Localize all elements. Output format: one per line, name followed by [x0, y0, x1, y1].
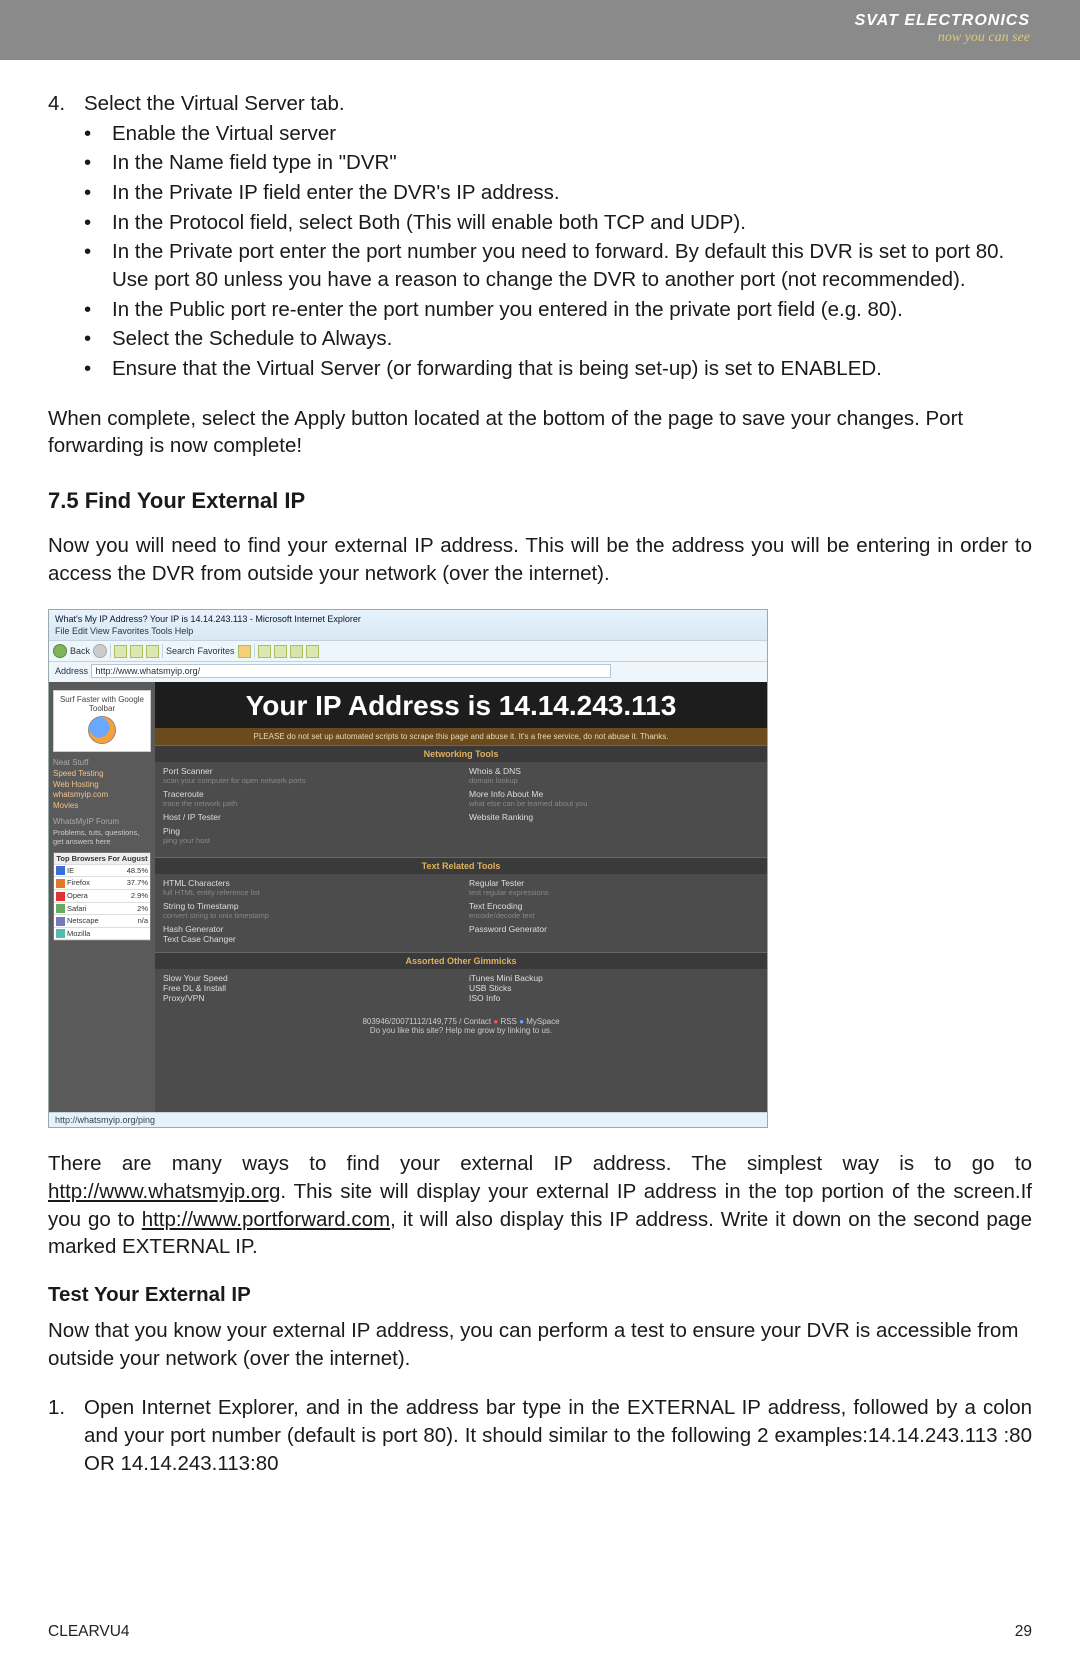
status-bar: http://whatsmyip.org/ping — [49, 1112, 767, 1127]
sidebar-link[interactable]: Web Hosting — [53, 780, 151, 790]
section-heading-7-5: 7.5 Find Your External IP — [48, 488, 1032, 514]
browser-screenshot: What's My IP Address? Your IP is 14.14.2… — [48, 609, 768, 1128]
bullet: •Select the Schedule to Always. — [84, 325, 1032, 353]
sidebar-link[interactable]: whatsmyip.com — [53, 790, 151, 800]
table-row: Opera2.9% — [54, 890, 150, 903]
completion-paragraph: When complete, select the Apply button l… — [48, 405, 1032, 460]
sidebar-link[interactable]: Speed Testing — [53, 769, 151, 779]
browser-toolbar: Back Search Favorites — [49, 640, 767, 662]
brand-block: SVAT ELECTRONICS now you can see — [855, 12, 1030, 46]
sidebar-text: Problems, tuts, questions, get answers h… — [53, 828, 151, 846]
mail-icon[interactable] — [258, 645, 271, 658]
back-icon[interactable] — [53, 644, 67, 658]
webpage-footer: 803946/20071112/149,775 / Contact ● RSS … — [155, 1011, 767, 1045]
table-head: Top Browsers For August — [54, 853, 150, 865]
bullet: •In the Protocol field, select Both (Thi… — [84, 209, 1032, 237]
step-4-bullets: •Enable the Virtual server •In the Name … — [48, 120, 1032, 383]
link-whatsmyip[interactable]: http://www.whatsmyip.org — [48, 1180, 280, 1203]
window-title: What's My IP Address? Your IP is 14.14.2… — [55, 614, 761, 624]
print-icon[interactable] — [274, 645, 287, 658]
table-row: Mozilla — [54, 928, 150, 941]
step-number: 4. — [48, 90, 84, 118]
address-label: Address — [55, 666, 88, 676]
ip-subtext: PLEASE do not set up automated scripts t… — [155, 728, 767, 745]
page-header-bar: SVAT ELECTRONICS now you can see — [0, 0, 1080, 60]
edit-icon[interactable] — [290, 645, 303, 658]
address-input[interactable]: http://www.whatsmyip.org/ — [91, 664, 611, 678]
table-row: Safari2% — [54, 903, 150, 916]
ip-address-banner: Your IP Address is 14.14.243.113 — [155, 682, 767, 728]
refresh-icon[interactable] — [130, 645, 143, 658]
step-4: 4. Select the Virtual Server tab. — [48, 90, 1032, 118]
bullet: •In the Private IP field enter the DVR's… — [84, 179, 1032, 207]
sidebar-ad[interactable]: Surf Faster with Google Toolbar — [53, 690, 151, 752]
step-text: Open Internet Explorer, and in the addre… — [84, 1394, 1032, 1477]
table-row: Netscapen/a — [54, 915, 150, 928]
footer-model: CLEARVU4 — [48, 1623, 130, 1641]
brand-name: SVAT ELECTRONICS — [855, 12, 1030, 30]
table-row: IE48.5% — [54, 865, 150, 878]
link-portforward[interactable]: http://www.portforward.com — [142, 1208, 390, 1231]
bullet: •In the Private port enter the port numb… — [84, 238, 1032, 293]
browser-stats-table: Top Browsers For August IE48.5% Firefox3… — [53, 852, 151, 941]
section-intro: Now you will need to find your external … — [48, 532, 1032, 587]
back-label[interactable]: Back — [70, 646, 90, 656]
footer-page-number: 29 — [1015, 1623, 1032, 1641]
search-label[interactable]: Search — [166, 646, 195, 656]
firefox-icon — [88, 716, 116, 744]
step-text: Select the Virtual Server tab. — [84, 90, 345, 118]
manual-page: SVAT ELECTRONICS now you can see 4. Sele… — [0, 0, 1080, 1669]
find-ip-paragraph: There are many ways to find your externa… — [48, 1150, 1032, 1261]
forward-icon[interactable] — [93, 644, 107, 658]
sidebar-link[interactable]: Movies — [53, 801, 151, 811]
discuss-icon[interactable] — [306, 645, 319, 658]
stop-icon[interactable] — [114, 645, 127, 658]
window-titlebar: What's My IP Address? Your IP is 14.14.2… — [49, 610, 767, 640]
webpage-main: Your IP Address is 14.14.243.113 PLEASE … — [155, 682, 767, 1112]
bullet: •Ensure that the Virtual Server (or forw… — [84, 355, 1032, 383]
bullet: •In the Name field type in "DVR" — [84, 149, 1032, 177]
bullet: •In the Public port re-enter the port nu… — [84, 296, 1032, 324]
home-icon[interactable] — [146, 645, 159, 658]
page-content: 4. Select the Virtual Server tab. •Enabl… — [0, 60, 1080, 1477]
page-footer: CLEARVU4 29 — [48, 1623, 1032, 1641]
sidebar-heading: Neat Stuff — [53, 758, 151, 767]
step-number: 1. — [48, 1394, 84, 1477]
favorites-label[interactable]: Favorites — [198, 646, 235, 656]
sidebar-heading: WhatsMyIP Forum — [53, 817, 151, 826]
bullet: •Enable the Virtual server — [84, 120, 1032, 148]
window-menu: File Edit View Favorites Tools Help — [55, 626, 761, 636]
test-intro: Now that you know your external IP addre… — [48, 1317, 1032, 1372]
history-icon[interactable] — [238, 645, 251, 658]
webpage-body: Surf Faster with Google Toolbar Neat Stu… — [49, 682, 767, 1112]
table-row: Firefox37.7% — [54, 877, 150, 890]
brand-tagline: now you can see — [855, 30, 1030, 46]
subheading-test-ip: Test Your External IP — [48, 1283, 1032, 1307]
address-bar-row: Address http://www.whatsmyip.org/ — [49, 662, 767, 682]
webpage-sidebar: Surf Faster with Google Toolbar Neat Stu… — [49, 682, 155, 1112]
test-step-1: 1. Open Internet Explorer, and in the ad… — [48, 1394, 1032, 1477]
section-head: Networking Tools — [155, 745, 767, 762]
